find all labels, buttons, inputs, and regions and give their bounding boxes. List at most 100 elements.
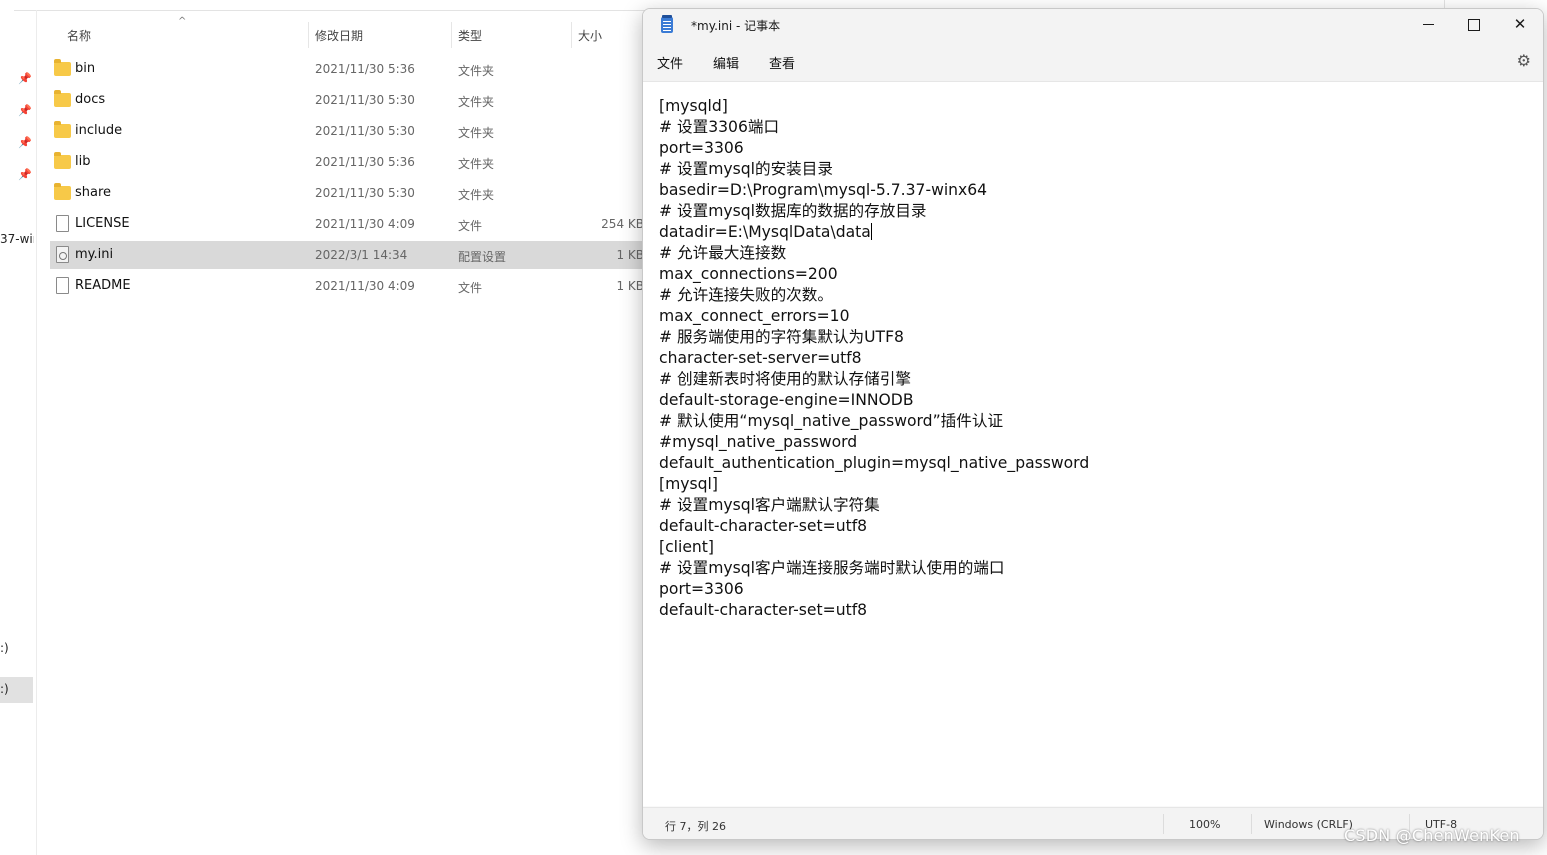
minimize-icon <box>1422 23 1434 26</box>
maximize-button[interactable] <box>1451 9 1497 41</box>
close-button[interactable]: ✕ <box>1497 9 1543 41</box>
file-name: LICENSE <box>75 216 130 231</box>
file-row[interactable]: lib 2021/11/30 5:36 文件夹 <box>50 148 650 176</box>
close-icon: ✕ <box>1513 15 1527 33</box>
folder-icon <box>54 90 71 107</box>
file-row[interactable]: docs 2021/11/30 5:30 文件夹 <box>50 86 650 114</box>
editor-line: max_connect_errors=10 <box>659 307 850 325</box>
file-type: 配置设置 <box>458 250 507 264</box>
file-type: 文件夹 <box>458 64 495 78</box>
column-divider[interactable] <box>451 22 452 48</box>
file-name: bin <box>75 61 96 76</box>
editor-line: # 服务端使用的字符集默认为UTF8 <box>659 328 904 346</box>
ini-file-icon <box>56 246 69 263</box>
file-type: 文件夹 <box>458 95 495 109</box>
pin-icon[interactable]: 📌 <box>18 104 32 118</box>
editor-line: [mysqld] <box>659 97 728 115</box>
file-type: 文件夹 <box>458 188 495 202</box>
file-type: 文件夹 <box>458 126 495 140</box>
column-header-modified[interactable]: 修改日期 <box>315 27 363 45</box>
file-type: 文件夹 <box>458 157 495 171</box>
file-name: my.ini <box>75 247 114 262</box>
zoom-level: 100% <box>1189 818 1221 831</box>
vertical-scrollbar[interactable] <box>1537 82 1543 806</box>
column-divider[interactable] <box>571 22 572 48</box>
nav-item-folder[interactable]: 37-win <box>0 232 34 246</box>
editor-line: # 允许最大连接数 <box>659 244 787 262</box>
sort-ascending-icon: ^ <box>178 16 187 27</box>
folder-icon <box>54 183 71 200</box>
pin-icon[interactable]: 📌 <box>18 168 32 182</box>
editor-line: # 设置mysql客户端默认字符集 <box>659 496 880 514</box>
title-bar[interactable]: *my.ini - 记事本 ✕ <box>643 9 1543 41</box>
editor-line: port=3306 <box>659 580 744 598</box>
line-ending: Windows (CRLF) <box>1264 818 1353 831</box>
file-row[interactable]: my.ini 2022/3/1 14:34 配置设置 1 KB <box>50 241 650 269</box>
file-row[interactable]: share 2021/11/30 5:30 文件夹 <box>50 179 650 207</box>
file-size: 1 KB <box>616 248 644 262</box>
window-title: *my.ini - 记事本 <box>691 19 781 33</box>
menu-view[interactable]: 查看 <box>769 53 795 72</box>
status-divider <box>1163 814 1164 834</box>
file-row[interactable]: include 2021/11/30 5:30 文件夹 <box>50 117 650 145</box>
editor-line: # 设置mysql的安装目录 <box>659 160 833 178</box>
file-row[interactable]: bin 2021/11/30 5:36 文件夹 <box>50 55 650 83</box>
notepad-window: *my.ini - 记事本 ✕ 文件 编辑 查看 ⚙ [mysqld] # 设置… <box>642 8 1544 840</box>
file-modified-date: 2021/11/30 5:30 <box>315 186 415 200</box>
editor-line: default-storage-engine=INNODB <box>659 391 914 409</box>
minimize-button[interactable] <box>1405 9 1451 41</box>
csdn-watermark: CSDN @ChenWenKen <box>1344 826 1520 845</box>
editor-line: # 设置3306端口 <box>659 118 780 136</box>
editor-line: [mysql] <box>659 475 718 493</box>
column-header-size[interactable]: 大小 <box>578 27 602 45</box>
text-caret <box>870 223 872 240</box>
column-divider[interactable] <box>308 22 309 48</box>
file-icon <box>56 215 69 232</box>
editor-text: [mysqld] # 设置3306端口 port=3306 # 设置mysql的… <box>659 96 1089 621</box>
editor-line: # 设置mysql数据库的数据的存放目录 <box>659 202 927 220</box>
file-name: lib <box>75 154 91 169</box>
nav-item-drive-label: :) <box>0 682 9 696</box>
editor-line: [client] <box>659 538 714 556</box>
menu-edit[interactable]: 编辑 <box>713 53 739 72</box>
editor-line: port=3306 <box>659 139 744 157</box>
editor-line: character-set-server=utf8 <box>659 349 862 367</box>
text-editor-area[interactable]: [mysqld] # 设置3306端口 port=3306 # 设置mysql的… <box>643 82 1541 806</box>
file-modified-date: 2021/11/30 4:09 <box>315 279 415 293</box>
file-modified-date: 2021/11/30 5:36 <box>315 62 415 76</box>
settings-gear-icon[interactable]: ⚙ <box>1517 51 1531 70</box>
folder-icon <box>54 59 71 76</box>
file-name: include <box>75 123 123 138</box>
editor-line: # 创建新表时将使用的默认存储引擎 <box>659 370 911 388</box>
file-modified-date: 2021/11/30 4:09 <box>315 217 415 231</box>
column-header-name[interactable]: 名称 <box>67 27 91 45</box>
nav-item-drive-selected[interactable]: :) <box>0 677 33 703</box>
file-modified-date: 2021/11/30 5:30 <box>315 124 415 138</box>
menu-file[interactable]: 文件 <box>657 53 683 72</box>
column-header-type[interactable]: 类型 <box>458 27 482 45</box>
file-modified-date: 2021/11/30 5:30 <box>315 93 415 107</box>
editor-line: datadir=E:\MysqlData\data <box>659 223 871 241</box>
editor-line: default_authentication_plugin=mysql_nati… <box>659 454 1090 472</box>
menu-bar: 文件 编辑 查看 ⚙ <box>643 41 1543 82</box>
folder-icon <box>54 121 71 138</box>
editor-line: default-character-set=utf8 <box>659 601 868 619</box>
navigation-pane: 📌 📌 📌 📌 37-win :) :) <box>0 10 37 855</box>
file-row[interactable]: README 2021/11/30 4:09 文件 1 KB <box>50 272 650 300</box>
file-modified-date: 2021/11/30 5:36 <box>315 155 415 169</box>
file-name: docs <box>75 92 106 107</box>
folder-icon <box>54 152 71 169</box>
pin-icon[interactable]: 📌 <box>18 136 32 150</box>
nav-item-drive[interactable]: :) <box>0 641 9 655</box>
editor-line: max_connections=200 <box>659 265 838 283</box>
file-size: 254 KB <box>601 217 644 231</box>
editor-line: #mysql_native_password <box>659 433 858 451</box>
editor-line: default-character-set=utf8 <box>659 517 868 535</box>
pin-icon[interactable]: 📌 <box>18 72 32 86</box>
status-divider <box>1251 814 1252 834</box>
notepad-app-icon <box>661 15 673 33</box>
file-type: 文件 <box>458 281 483 295</box>
editor-line: # 允许连接失败的次数。 <box>659 286 833 304</box>
file-row[interactable]: LICENSE 2021/11/30 4:09 文件 254 KB <box>50 210 650 238</box>
editor-line: basedir=D:\Program\mysql-5.7.37-winx64 <box>659 181 988 199</box>
